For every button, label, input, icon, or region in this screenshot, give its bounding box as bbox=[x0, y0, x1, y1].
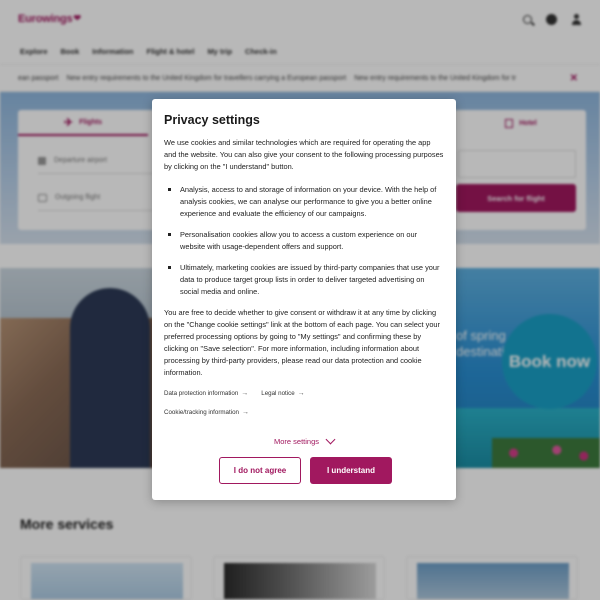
list-item: Analysis, access to and storage of infor… bbox=[164, 184, 444, 220]
bullet-icon bbox=[168, 233, 171, 236]
list-item-text: Analysis, access to and storage of infor… bbox=[180, 185, 437, 218]
purposes-list: Analysis, access to and storage of infor… bbox=[164, 184, 444, 298]
dialog-title: Privacy settings bbox=[164, 113, 260, 127]
more-settings-label: More settings bbox=[273, 437, 320, 446]
cookie-tracking-link[interactable]: Cookie/tracking information → bbox=[164, 409, 249, 416]
dialog-intro-text: We use cookies and similar technologies … bbox=[164, 138, 444, 171]
list-item-text: Ultimately, marketing cookies are issued… bbox=[180, 263, 440, 296]
dialog-outro-text: You are free to decide whether to give c… bbox=[164, 308, 441, 377]
list-item-text: Personalisation cookies allow you to acc… bbox=[180, 230, 418, 251]
bullet-icon bbox=[168, 266, 171, 269]
chevron-down-icon bbox=[325, 434, 336, 445]
more-settings-toggle[interactable]: More settings bbox=[152, 434, 456, 446]
data-protection-link[interactable]: Data protection information → bbox=[164, 390, 248, 397]
bullet-icon bbox=[168, 188, 171, 191]
legal-notice-link-label: Legal notice bbox=[261, 390, 295, 397]
arrow-right-icon: → bbox=[241, 390, 249, 397]
arrow-right-icon: → bbox=[297, 390, 305, 397]
cookie-tracking-link-label: Cookie/tracking information bbox=[164, 409, 239, 416]
dialog-links: Data protection information → Legal noti… bbox=[164, 390, 444, 416]
agree-button[interactable]: I understand bbox=[310, 457, 392, 484]
legal-notice-link[interactable]: Legal notice → bbox=[261, 390, 304, 397]
list-item: Ultimately, marketing cookies are issued… bbox=[164, 262, 444, 298]
list-item: Personalisation cookies allow you to acc… bbox=[164, 229, 444, 253]
data-protection-link-label: Data protection information bbox=[164, 390, 239, 397]
privacy-settings-dialog: Privacy settings We use cookies and simi… bbox=[152, 99, 456, 500]
arrow-right-icon: → bbox=[241, 409, 249, 416]
disagree-button[interactable]: I do not agree bbox=[219, 457, 301, 484]
